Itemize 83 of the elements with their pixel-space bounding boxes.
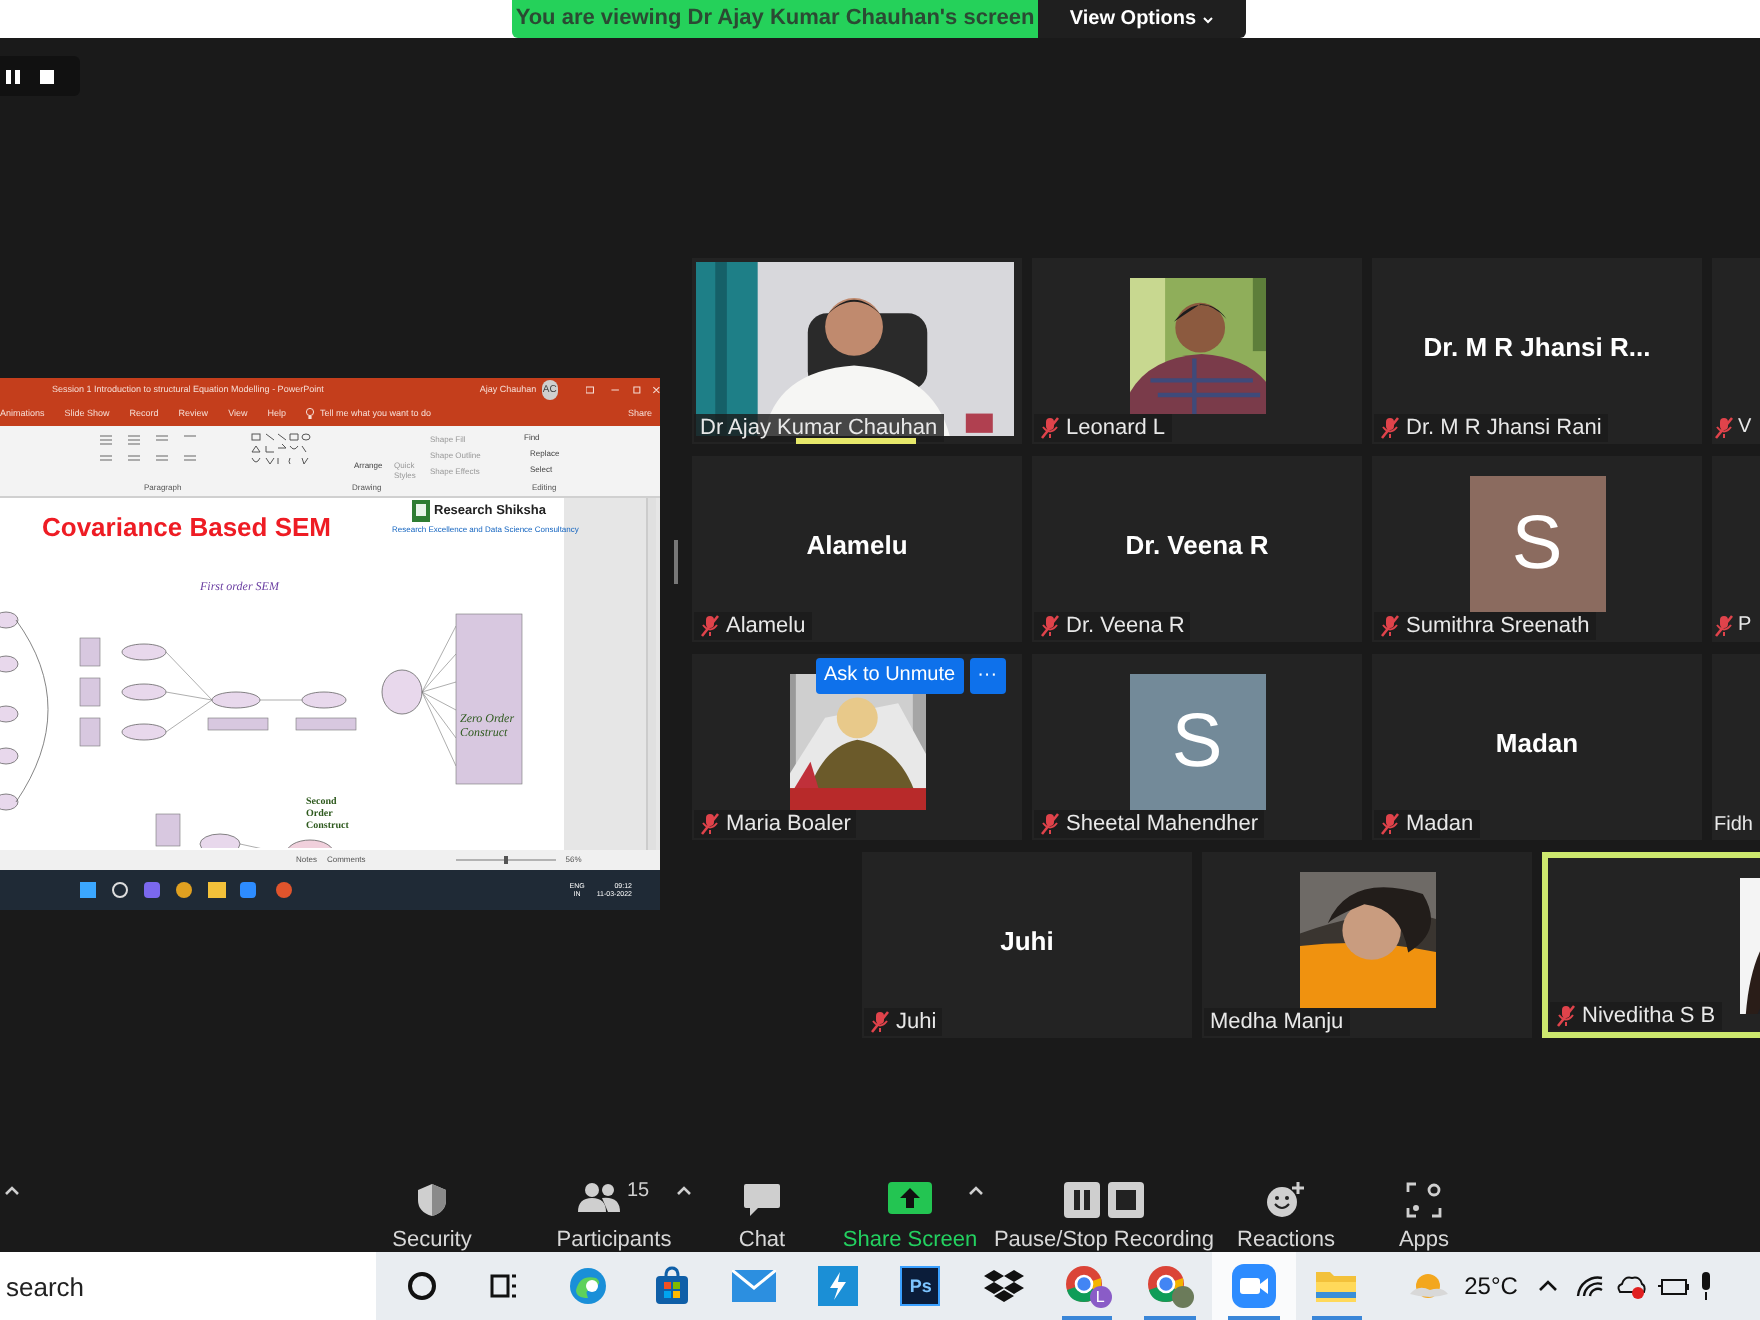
muted-mic-icon <box>1040 614 1060 638</box>
chevron-up-icon[interactable] <box>1537 1280 1558 1292</box>
chat-bubble-icon <box>742 1182 782 1218</box>
more-options-button[interactable]: ··· <box>969 658 1006 694</box>
avatar-letter: S <box>1171 704 1223 780</box>
participants-button[interactable]: 15 Participants <box>544 1178 684 1258</box>
display-name: Alamelu <box>806 527 908 564</box>
avatar-letter: S <box>1511 506 1563 582</box>
stop-icon[interactable] <box>40 69 54 83</box>
video-camera-icon <box>1231 1264 1276 1308</box>
participant-name: Madan <box>1406 813 1474 835</box>
participant-name: Dr. M R Jhansi Rani <box>1406 417 1602 439</box>
display-name: Dr. M R Jhansi R... <box>1423 329 1651 366</box>
task-view-icon <box>488 1270 521 1302</box>
participant-name: Juhi <box>896 1011 937 1033</box>
display-name: Madan <box>1495 725 1579 762</box>
ask-to-unmute-button[interactable]: Ask to Unmute <box>816 658 964 694</box>
splitter-handle[interactable] <box>674 540 678 584</box>
muted-mic-icon <box>700 614 720 638</box>
display-name: Dr. Veena R <box>1125 527 1269 564</box>
chevron-down-icon <box>1202 15 1215 23</box>
muted-mic-icon <box>1380 614 1400 638</box>
shield-icon <box>416 1182 448 1218</box>
muted-mic-icon <box>1714 416 1734 440</box>
circle-icon <box>405 1270 438 1302</box>
shapes-gallery-icon <box>250 432 312 468</box>
sharing-notice: You are viewing Dr Ajay Kumar Chauhan's screen <box>515 4 1035 35</box>
mail-icon <box>732 1270 777 1302</box>
microphone-icon[interactable] <box>1697 1272 1714 1300</box>
participant-name: V <box>1738 418 1752 438</box>
participant-name: Leonard L <box>1066 417 1166 439</box>
muted-mic-icon <box>1714 614 1734 638</box>
pause-stop-icon <box>1064 1182 1144 1218</box>
participant-name: Alamelu <box>726 615 806 637</box>
slide-title: Covariance Based SEM <box>42 510 332 546</box>
chat-button[interactable]: Chat <box>722 1178 802 1258</box>
participant-name: Niveditha S B <box>1582 1005 1716 1027</box>
folder-icon <box>1314 1268 1359 1304</box>
apps-icon <box>1406 1182 1442 1218</box>
view-options-button[interactable]: View Options <box>1038 0 1246 38</box>
caret-up-icon[interactable] <box>676 1184 692 1196</box>
store-icon <box>651 1266 692 1306</box>
muted-mic-icon <box>1040 812 1060 836</box>
participant-name: Sumithra Sreenath <box>1406 615 1590 637</box>
reactions-button[interactable]: Reactions <box>1226 1178 1346 1258</box>
lightning-app-icon <box>817 1266 858 1306</box>
caret-up-icon[interactable] <box>968 1184 984 1196</box>
battery-icon[interactable] <box>1657 1276 1690 1296</box>
display-name: Juhi <box>1000 923 1054 960</box>
photoshop-icon: Ps <box>900 1266 941 1306</box>
zoom-slider-icon <box>455 856 556 864</box>
participant-count: 15 <box>626 1182 650 1202</box>
muted-mic-icon <box>1380 416 1400 440</box>
participant-name: Sheetal Mahendher <box>1066 813 1259 835</box>
share-screen-icon <box>888 1182 932 1214</box>
muted-mic-icon <box>1380 812 1400 836</box>
lightbulb-icon <box>306 408 315 420</box>
taskbar-app-button[interactable]: Ps <box>879 1252 963 1320</box>
participant-name: Fidh <box>1714 816 1753 836</box>
cloud-error-icon[interactable] <box>1615 1273 1648 1299</box>
muted-mic-icon <box>1556 1004 1576 1028</box>
people-icon <box>578 1182 623 1214</box>
window-controls-icon <box>585 384 660 396</box>
profile-letter: L <box>1095 1289 1105 1305</box>
caret-up-icon[interactable] <box>4 1184 20 1196</box>
participant-name: Medha Manju <box>1210 1011 1344 1033</box>
participant-name: Dr Ajay Kumar Chauhan <box>700 417 938 439</box>
wifi-icon[interactable] <box>1575 1274 1604 1298</box>
apps-button[interactable]: Apps <box>1384 1178 1464 1258</box>
chrome-icon <box>1063 1264 1104 1304</box>
muted-mic-icon <box>700 812 720 836</box>
search-field[interactable]: search <box>0 1252 376 1320</box>
taskbar-app-button[interactable]: L <box>1045 1252 1129 1320</box>
edge-icon <box>567 1266 608 1306</box>
temperature[interactable]: 25°C <box>1464 1268 1518 1304</box>
muted-mic-icon <box>870 1010 890 1034</box>
participant-name: Dr. Veena R <box>1066 615 1185 637</box>
participant-name: Maria Boaler <box>726 813 851 835</box>
dropbox-icon <box>983 1268 1024 1304</box>
participant-name: P <box>1738 616 1752 636</box>
muted-mic-icon <box>1040 416 1060 440</box>
pause-icon[interactable] <box>6 69 20 83</box>
smiley-plus-icon <box>1266 1182 1306 1218</box>
